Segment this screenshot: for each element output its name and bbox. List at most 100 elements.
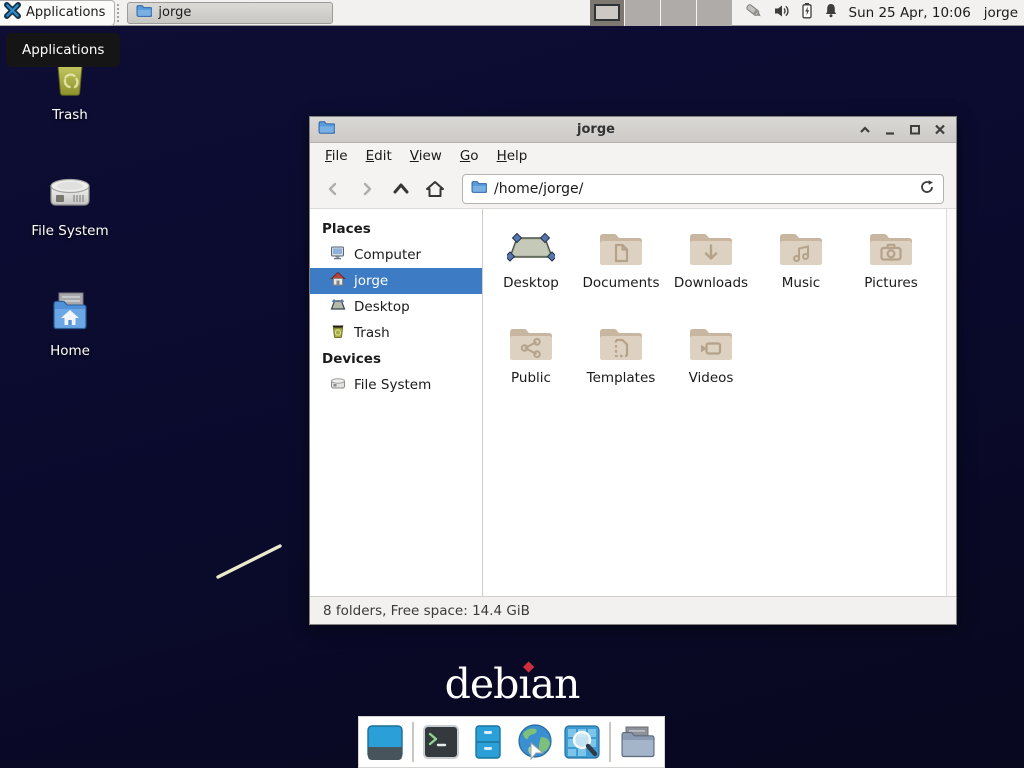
files-folder-icon[interactable]: [618, 722, 658, 762]
reload-icon[interactable]: [919, 179, 935, 199]
file-item-label: Public: [511, 370, 551, 386]
location-bar[interactable]: /home/jorge/: [462, 174, 944, 204]
workspace-3[interactable]: [661, 0, 697, 26]
close-button[interactable]: [932, 122, 948, 138]
desktop-icon: [507, 227, 555, 271]
menu-view[interactable]: View: [403, 145, 449, 167]
taskbar-window-button[interactable]: jorge: [127, 2, 333, 24]
minimize-button[interactable]: [882, 122, 898, 138]
window-title: jorge: [335, 122, 857, 137]
panel-handle[interactable]: [117, 4, 123, 22]
stylus-icon[interactable]: [744, 2, 764, 24]
file-item-pictures[interactable]: Pictures: [846, 221, 936, 316]
up-button[interactable]: [386, 175, 416, 203]
status-text: 8 folders, Free space: 14.4 GiB: [323, 603, 530, 619]
file-item-videos[interactable]: Videos: [666, 316, 756, 411]
hard-drive-icon: [46, 168, 94, 216]
window-body: Places Computer: [310, 209, 956, 596]
file-item-templates[interactable]: Templates: [576, 316, 666, 411]
menu-edit[interactable]: Edit: [359, 145, 399, 167]
drawn-line-artifact: [214, 542, 286, 582]
desktop-icon-file-system[interactable]: File System: [22, 168, 118, 239]
sidebar-item-label: jorge: [354, 273, 388, 289]
file-item-documents[interactable]: Documents: [576, 221, 666, 316]
file-item-label: Music: [782, 275, 820, 291]
path-input[interactable]: /home/jorge/: [494, 181, 912, 197]
home-folder-icon: [46, 288, 94, 336]
workspace-4[interactable]: [697, 0, 732, 26]
file-manager-icon[interactable]: [468, 722, 508, 762]
back-button[interactable]: [318, 175, 348, 203]
applications-menu-button[interactable]: Applications: [0, 0, 115, 26]
desktop-icon-label: Trash: [22, 107, 118, 123]
file-view[interactable]: Desktop Documents: [483, 209, 946, 596]
menu-file[interactable]: File: [318, 145, 355, 167]
file-item-label: Desktop: [503, 275, 559, 291]
terminal-icon[interactable]: [421, 722, 461, 762]
path-folder-icon: [471, 180, 487, 198]
public-folder-icon: [507, 322, 555, 366]
sidebar-header-places: Places: [310, 216, 482, 242]
sidebar-item-jorge[interactable]: jorge: [310, 268, 482, 294]
vertical-scrollbar[interactable]: [946, 209, 956, 596]
file-item-desktop[interactable]: Desktop: [486, 221, 576, 316]
taskbar-folder-icon: [136, 4, 152, 22]
status-bar: 8 folders, Free space: 14.4 GiB: [310, 596, 956, 624]
desktop-icon-home[interactable]: Home: [22, 288, 118, 359]
web-browser-icon[interactable]: [515, 722, 555, 762]
sidebar-item-label: Trash: [354, 325, 390, 341]
sidebar-item-computer[interactable]: Computer: [310, 242, 482, 268]
desktop-icon-label: Home: [22, 343, 118, 359]
shade-button[interactable]: [857, 122, 873, 138]
file-item-label: Videos: [689, 370, 734, 386]
forward-button[interactable]: [352, 175, 382, 203]
trash-mini-icon: [330, 323, 346, 343]
system-tray: [744, 2, 839, 24]
sidebar-item-file-system[interactable]: File System: [310, 372, 482, 398]
app-finder-icon[interactable]: [562, 722, 602, 762]
file-manager-window: jorge File Edit View Go Help: [309, 116, 957, 625]
debian-logo: debıan: [445, 660, 580, 708]
file-grid: Desktop Documents: [483, 209, 946, 411]
window-titlebar[interactable]: jorge: [310, 117, 956, 143]
window-folder-icon: [318, 120, 335, 139]
volume-icon[interactable]: [773, 3, 791, 23]
desktop-mini-icon: [330, 297, 346, 317]
workspace-switcher[interactable]: [590, 0, 732, 26]
show-desktop-icon[interactable]: [365, 722, 405, 762]
file-item-label: Templates: [587, 370, 656, 386]
file-item-label: Pictures: [864, 275, 917, 291]
drive-mini-icon: [330, 375, 346, 395]
battery-charging-icon[interactable]: [800, 2, 814, 23]
videos-folder-icon: [687, 322, 735, 366]
sidebar-item-desktop[interactable]: Desktop: [310, 294, 482, 320]
file-item-label: Documents: [583, 275, 660, 291]
workspace-2[interactable]: [625, 0, 661, 26]
sidebar: Places Computer: [310, 209, 483, 596]
file-item-public[interactable]: Public: [486, 316, 576, 411]
applications-label: Applications: [26, 5, 105, 20]
menu-go[interactable]: Go: [453, 145, 486, 167]
maximize-button[interactable]: [907, 122, 923, 138]
debian-logo-text2: an: [531, 660, 580, 708]
menu-bar: File Edit View Go Help: [310, 143, 956, 169]
applications-icon: [4, 2, 21, 23]
notifications-bell-icon[interactable]: [823, 2, 839, 23]
home-icon: [330, 271, 346, 291]
workspace-1[interactable]: [590, 0, 626, 26]
debian-logo-text: deb: [445, 660, 519, 708]
templates-folder-icon: [597, 322, 645, 366]
music-folder-icon: [777, 227, 825, 271]
clock[interactable]: Sun 25 Apr, 10:06: [849, 5, 971, 21]
file-item-downloads[interactable]: Downloads: [666, 221, 756, 316]
sidebar-item-label: Desktop: [354, 299, 410, 315]
menu-help[interactable]: Help: [490, 145, 535, 167]
downloads-folder-icon: [687, 227, 735, 271]
home-button[interactable]: [420, 175, 450, 203]
sidebar-item-trash[interactable]: Trash: [310, 320, 482, 346]
desktop-root: Applications jorge: [0, 0, 1024, 768]
file-item-music[interactable]: Music: [756, 221, 846, 316]
sidebar-item-label: File System: [354, 377, 431, 393]
session-user-menu[interactable]: jorge: [984, 5, 1018, 21]
file-item-label: Downloads: [674, 275, 748, 291]
